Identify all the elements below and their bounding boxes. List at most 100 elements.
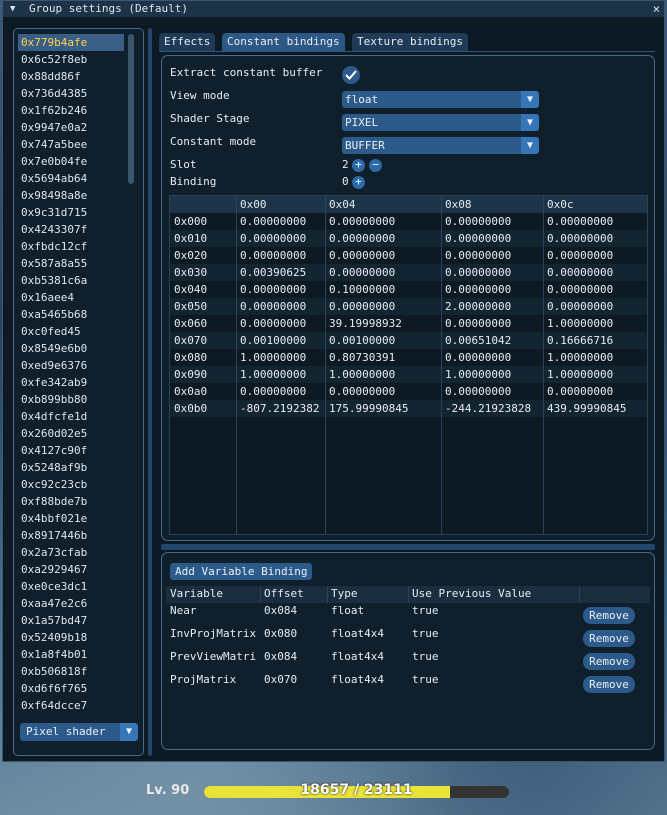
binding-variable-cell: ProjMatrix (170, 673, 237, 686)
table-cell: 0.00000000 (445, 266, 512, 279)
shader-hash-item[interactable]: 0x736d4385 (18, 85, 124, 102)
shader-type-select[interactable]: Pixel shader ▼ (20, 723, 138, 741)
shader-hash-item[interactable]: 0xc92c23cb (18, 476, 124, 493)
shader-hash-item[interactable]: 0x1a57bd47 (18, 612, 124, 629)
shader-hash-item[interactable]: 0x1f62b246 (18, 102, 124, 119)
shader-hash-item[interactable]: 0x4243307f (18, 221, 124, 238)
shader-hash-item[interactable]: 0xc0fed45 (18, 323, 124, 340)
shader-hash-item[interactable]: 0x9c31d715 (18, 204, 124, 221)
binding-use-prev-cell: true (412, 673, 439, 686)
shader-hash-item[interactable]: 0xb899bb80 (18, 391, 124, 408)
shader-hash-item[interactable]: 0x98498a8e (18, 187, 124, 204)
shader-hash-item[interactable]: 0x5248af9b (18, 459, 124, 476)
table-cell: 0.00000000 (240, 385, 307, 398)
vertical-splitter[interactable] (148, 28, 152, 756)
table-cell: 0.00000000 (329, 300, 396, 313)
table-cell: 0.00100000 (240, 334, 307, 347)
shader-hash-item[interactable]: 0xed9e6376 (18, 357, 124, 374)
shader-hash-item[interactable]: 0xa2929467 (18, 561, 124, 578)
player-level: Lv. 90 (146, 783, 190, 798)
table-cell: 0.00000000 (445, 215, 512, 228)
table-cell: 1.00000000 (240, 351, 307, 364)
shader-hash-item[interactable]: 0x8917446b (18, 527, 124, 544)
remove-binding-button[interactable]: Remove (583, 630, 635, 647)
table-row: 0x060 0.00000000 39.19998932 0.00000000 1.00… (170, 315, 647, 332)
constant-mode-select[interactable]: BUFFER ▼ (342, 137, 539, 154)
shader-hash-item[interactable]: 0xaa47e2c6 (18, 595, 124, 612)
shader-hash-item[interactable]: 0x16aee4 (18, 289, 124, 306)
tab-effects[interactable]: Effects (159, 33, 216, 51)
shader-hash-item[interactable]: 0x5694ab64 (18, 170, 124, 187)
shader-hash-item[interactable]: 0xfbdc12cf (18, 238, 124, 255)
column-divider (327, 586, 328, 603)
chevron-down-icon[interactable]: ▼ (120, 723, 138, 741)
row-offset-label: 0x030 (174, 266, 208, 279)
list-scrollbar[interactable] (127, 34, 135, 721)
shader-hash-item[interactable]: 0xf64dcce7 (18, 697, 124, 714)
shader-hash-item[interactable]: 0x1a8f4b01 (18, 646, 124, 663)
shader-hash-item[interactable]: 0x779b4afe (18, 34, 124, 51)
slot-increment-button[interactable]: + (352, 159, 365, 172)
extract-buffer-checkbox[interactable] (342, 66, 360, 84)
table-row: 0x040 0.00000000 0.10000000 0.00000000 0.000… (170, 281, 647, 298)
table-cell: 0.00000000 (445, 385, 512, 398)
collapse-arrow-icon[interactable]: ▼ (10, 1, 15, 17)
horizontal-splitter[interactable] (161, 544, 655, 550)
shader-hash-item[interactable]: 0x9947e0a2 (18, 119, 124, 136)
shader-hash-item[interactable]: 0xf88bde7b (18, 493, 124, 510)
shader-stage-select[interactable]: PIXEL ▼ (342, 114, 539, 131)
remove-binding-button[interactable]: Remove (583, 653, 635, 670)
bindings-header-cell: Variable (170, 587, 223, 600)
shader-hash-item[interactable]: 0xb506818f (18, 663, 124, 680)
shader-hash-item[interactable]: 0x4127c90f (18, 442, 124, 459)
binding-type-cell: float (331, 604, 365, 617)
table-row: 0x020 0.00000000 0.00000000 0.00000000 0.000… (170, 247, 647, 264)
shader-hash-item[interactable]: 0x8549e6b0 (18, 340, 124, 357)
window-titlebar[interactable]: ▼ Group settings (Default) × (3, 1, 664, 17)
shader-hash-item[interactable]: 0x88dd86f (18, 68, 124, 85)
shader-hash-list[interactable]: 0x779b4afe 0x6c52f8eb 0x88dd86f 0x736d4385 0… (18, 34, 124, 721)
shader-hash-item[interactable]: 0x52409b18 (18, 629, 124, 646)
chevron-down-icon[interactable]: ▼ (521, 137, 539, 154)
table-cell: 0.10000000 (329, 283, 396, 296)
table-cell: 1.00000000 (240, 368, 307, 381)
slot-label: Slot (170, 158, 197, 171)
slot-decrement-button[interactable]: − (369, 159, 382, 172)
row-offset-label: 0x050 (174, 300, 208, 313)
close-icon[interactable]: × (653, 1, 660, 17)
chevron-down-icon[interactable]: ▼ (521, 91, 539, 108)
remove-binding-button[interactable]: Remove (583, 676, 635, 693)
shader-hash-item[interactable]: 0xfe342ab9 (18, 374, 124, 391)
shader-hash-item[interactable]: 0xa5465b68 (18, 306, 124, 323)
view-mode-select[interactable]: float ▼ (342, 91, 539, 108)
binding-increment-button[interactable]: + (352, 176, 365, 189)
shader-hash-item[interactable]: 0x7e0b04fe (18, 153, 124, 170)
list-scrollbar-thumb[interactable] (128, 34, 134, 184)
table-cell: 0.00000000 (329, 215, 396, 228)
shader-hash-item[interactable]: 0x587a8a55 (18, 255, 124, 272)
column-divider (408, 586, 409, 603)
bindings-header-cell: Type (331, 587, 358, 600)
add-variable-binding-button[interactable]: Add Variable Binding (170, 563, 313, 580)
chevron-down-icon[interactable]: ▼ (521, 114, 539, 131)
shader-hash-item[interactable]: 0xd6f6f765 (18, 680, 124, 697)
shader-hash-item[interactable]: 0x6c52f8eb (18, 51, 124, 68)
shader-hash-item[interactable]: 0x260d02e5 (18, 425, 124, 442)
table-cell: 0.00000000 (547, 215, 614, 228)
remove-binding-button[interactable]: Remove (583, 607, 635, 624)
window-title: Group settings (Default) (29, 2, 188, 15)
shader-hash-item[interactable]: 0x4dfcfe1d (18, 408, 124, 425)
shader-hash-item[interactable]: 0xe0ce3dc1 (18, 578, 124, 595)
shader-hash-item[interactable]: 0x2a73cfab (18, 544, 124, 561)
group-settings-window: ▼ Group settings (Default) × 0x779b4afe 0… (2, 0, 665, 762)
tab-constant-bindings[interactable]: Constant bindings (222, 33, 345, 51)
shader-hash-item[interactable]: 0x4bbf021e (18, 510, 124, 527)
tab-texture-bindings[interactable]: Texture bindings (352, 33, 468, 51)
table-cell: 0.00000000 (445, 232, 512, 245)
table-cell: 0.80730391 (329, 351, 396, 364)
shader-hash-item[interactable]: 0x747a5bee (18, 136, 124, 153)
shader-hash-item[interactable]: 0xb5381c6a (18, 272, 124, 289)
table-cell: 0.00000000 (547, 232, 614, 245)
row-offset-label: 0x0a0 (174, 385, 208, 398)
table-row: 0x0b0 -807.2192382 175.99990845 -244.219238… (170, 400, 647, 417)
